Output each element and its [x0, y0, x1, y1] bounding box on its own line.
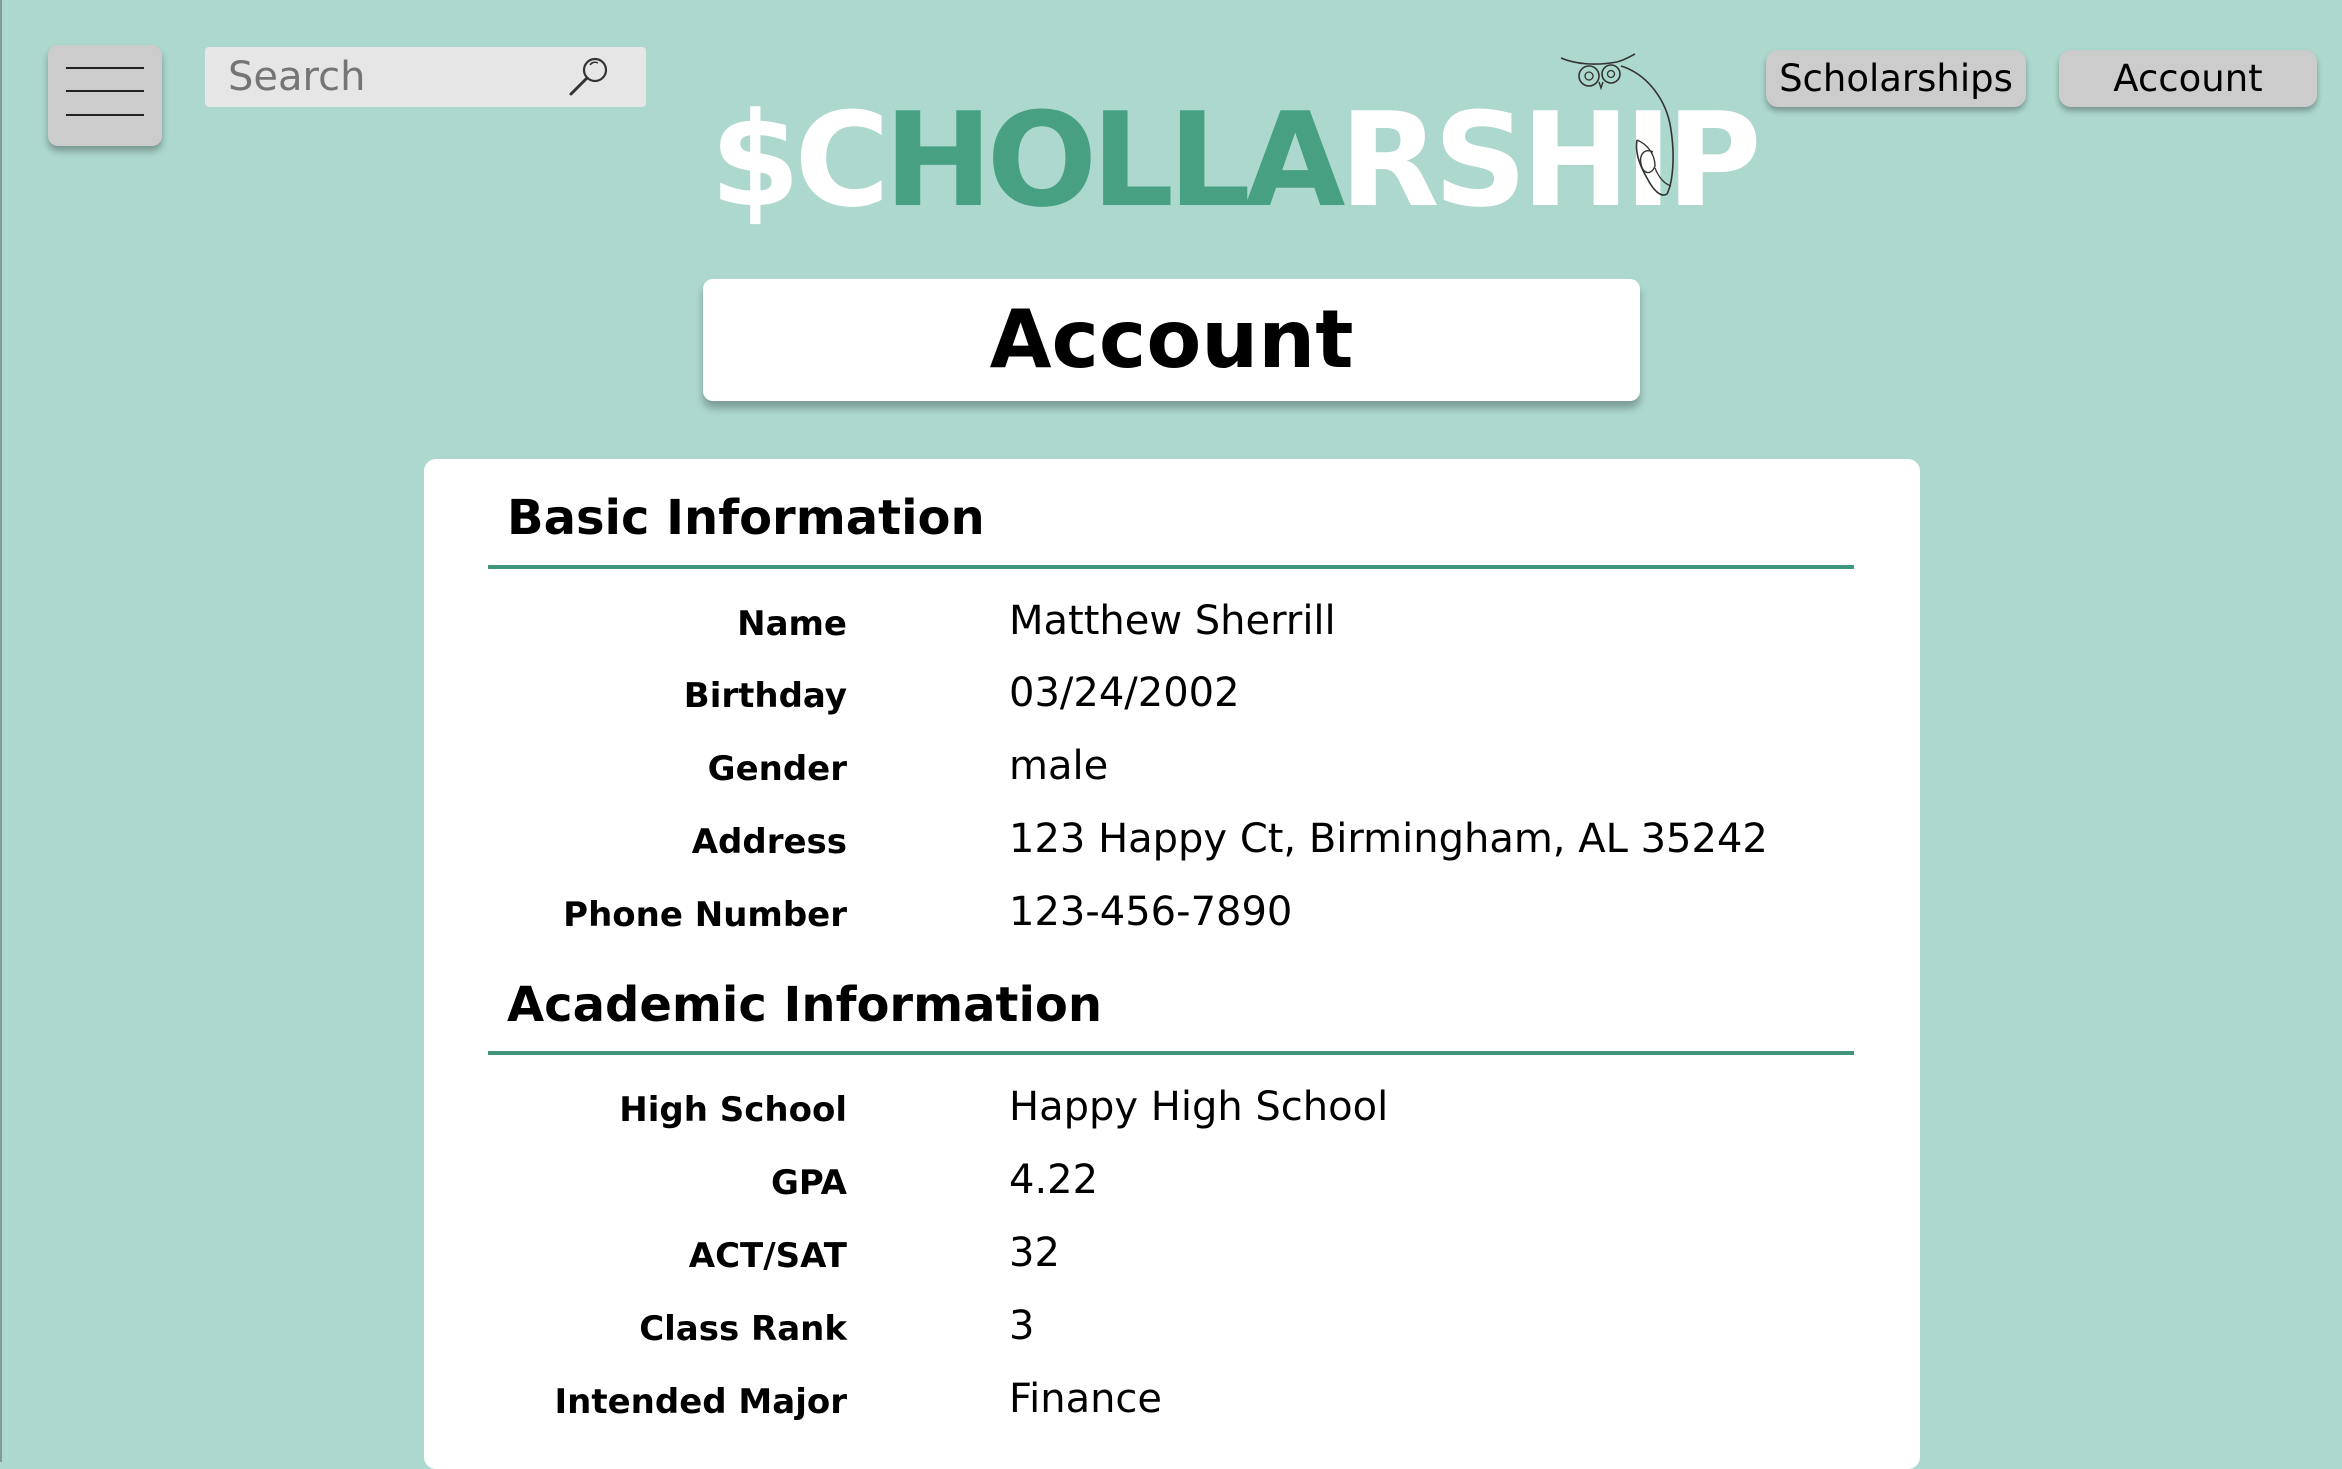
info-label: ACT/SAT — [688, 1236, 847, 1276]
info-value: 3 — [1009, 1303, 1035, 1349]
info-row-gender: Gender male — [424, 742, 1920, 798]
info-value: 123-456-7890 — [1009, 889, 1293, 935]
menu-bar-icon — [66, 114, 144, 116]
page-title-banner: Account — [703, 279, 1640, 401]
info-row-birthday: Birthday 03/24/2002 — [424, 669, 1920, 725]
info-row-phone: Phone Number 123-456-7890 — [424, 888, 1920, 944]
academic-info-divider — [488, 1051, 1854, 1055]
site-logo[interactable]: $CHOLLARSHIP — [710, 95, 1762, 225]
owl-icon — [1560, 53, 1674, 196]
info-label: Gender — [707, 749, 847, 789]
info-row-address: Address 123 Happy Ct, Birmingham, AL 352… — [424, 815, 1920, 871]
info-label: Name — [737, 604, 847, 644]
info-value: male — [1009, 743, 1109, 789]
menu-bar-icon — [66, 67, 144, 69]
info-row-class-rank: Class Rank 3 — [424, 1302, 1920, 1358]
info-value: Finance — [1009, 1376, 1163, 1422]
info-label: Address — [691, 822, 847, 862]
info-value: Happy High School — [1009, 1084, 1389, 1130]
info-label: Birthday — [683, 676, 847, 716]
nav-account-button[interactable]: Account — [2059, 50, 2317, 107]
logo-part-2: HOLLA — [883, 84, 1346, 236]
info-label: Intended Major — [554, 1382, 847, 1422]
academic-info-title: Academic Information — [507, 977, 1103, 1033]
menu-button[interactable] — [48, 45, 162, 146]
info-value: Matthew Sherrill — [1009, 598, 1336, 644]
info-label: Class Rank — [639, 1309, 847, 1349]
search-icon[interactable] — [566, 54, 612, 100]
logo-part-1: $C — [710, 84, 890, 236]
account-info-card: Basic Information Name Matthew Sherrill … — [424, 459, 1920, 1469]
info-value: 03/24/2002 — [1009, 670, 1240, 716]
info-row-intended-major: Intended Major Finance — [424, 1375, 1920, 1431]
info-value: 123 Happy Ct, Birmingham, AL 35242 — [1009, 816, 1768, 862]
info-row-gpa: GPA 4.22 — [424, 1156, 1920, 1212]
basic-info-divider — [488, 565, 1854, 569]
search-placeholder: Search — [228, 54, 366, 100]
basic-info-title: Basic Information — [507, 490, 985, 546]
info-row-act-sat: ACT/SAT 32 — [424, 1229, 1920, 1285]
menu-bar-icon — [66, 90, 144, 92]
info-value: 4.22 — [1009, 1157, 1099, 1203]
nav-scholarships-button[interactable]: Scholarships — [1766, 50, 2026, 107]
info-value: 32 — [1009, 1230, 1060, 1276]
info-label: Phone Number — [563, 895, 847, 935]
info-label: High School — [619, 1090, 847, 1130]
info-label: GPA — [770, 1163, 847, 1203]
logo-part-3: RSHIP — [1339, 84, 1761, 236]
info-row-name: Name Matthew Sherrill — [424, 597, 1920, 653]
info-row-high-school: High School Happy High School — [424, 1083, 1920, 1139]
page-edge-line — [0, 0, 2, 1462]
page-title: Account — [989, 293, 1354, 386]
